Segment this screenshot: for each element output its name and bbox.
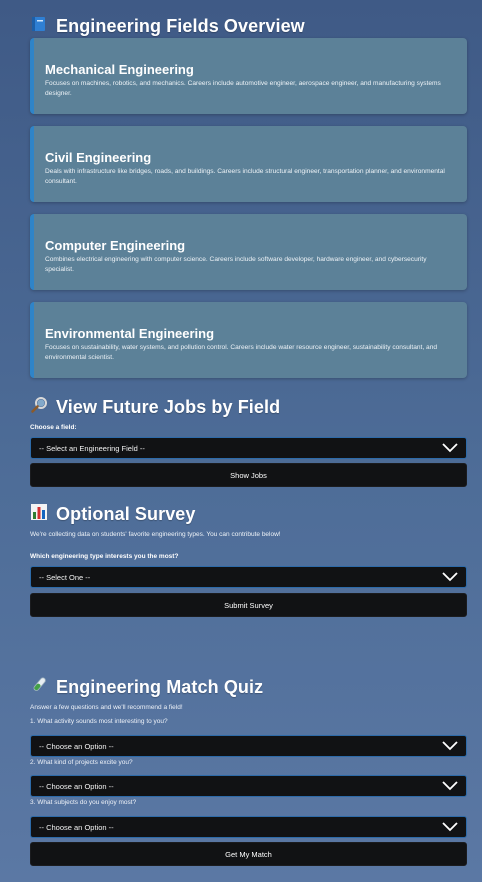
quiz-intro: Answer a few questions and we'll recomme…	[30, 704, 183, 711]
quiz-question-1: 1. What activity sounds most interesting…	[30, 718, 168, 725]
quiz-section: Engineering Match Quiz Answer a few ques…	[30, 676, 467, 866]
survey-section: Optional Survey We're collecting data on…	[30, 503, 467, 617]
jobs-heading: View Future Jobs by Field	[30, 396, 467, 419]
survey-question: Which engineering type interests you the…	[30, 553, 179, 560]
overview-title: Engineering Fields Overview	[56, 16, 305, 36]
field-card-title: Environmental Engineering	[45, 325, 215, 341]
quiz-select-value: -- Choose an Option --	[39, 741, 114, 751]
jobs-section: View Future Jobs by Field Choose a field…	[30, 396, 467, 487]
field-card-computer: Computer Engineering Combines electrical…	[30, 214, 467, 290]
field-card-description: Deals with infrastructure like bridges, …	[45, 167, 445, 185]
submit-survey-button[interactable]: Submit Survey	[30, 593, 467, 617]
show-jobs-button[interactable]: Show Jobs	[30, 463, 467, 487]
survey-intro: We're collecting data on students' favor…	[30, 531, 281, 538]
get-my-match-button[interactable]: Get My Match	[30, 842, 467, 866]
quiz-question-3: 3. What subjects do you enjoy most?	[30, 799, 137, 806]
quiz-select-value: -- Choose an Option --	[39, 781, 114, 791]
jobs-title: View Future Jobs by Field	[56, 397, 281, 417]
overview-section: Engineering Fields Overview	[30, 15, 467, 38]
chevron-down-icon	[442, 822, 458, 832]
field-card-description: Combines electrical engineering with com…	[45, 255, 427, 273]
bar-chart-icon	[30, 503, 50, 526]
quiz-question-2: 2. What kind of projects excite you?	[30, 759, 133, 766]
overview-heading: Engineering Fields Overview	[30, 15, 467, 38]
survey-select[interactable]: -- Select One --	[30, 566, 467, 588]
chevron-down-icon	[442, 572, 458, 582]
book-icon	[30, 15, 50, 38]
chevron-down-icon	[442, 741, 458, 751]
survey-select-value: -- Select One --	[39, 572, 91, 582]
chevron-down-icon	[442, 443, 458, 453]
survey-title: Optional Survey	[56, 504, 196, 524]
survey-heading: Optional Survey	[30, 503, 467, 526]
quiz-heading: Engineering Match Quiz	[30, 676, 467, 699]
quiz-title: Engineering Match Quiz	[56, 677, 264, 697]
quiz-select-2[interactable]: -- Choose an Option --	[30, 775, 467, 797]
field-card-title: Civil Engineering	[45, 149, 152, 165]
test-tube-icon	[30, 676, 50, 699]
field-card-description: Focuses on sustainability, water systems…	[45, 343, 438, 361]
field-select-value: -- Select an Engineering Field --	[39, 443, 145, 453]
field-card-environmental: Environmental Engineering Focuses on sus…	[30, 302, 467, 378]
field-card-description: Focuses on machines, robotics, and mecha…	[45, 79, 441, 97]
field-card-mechanical: Mechanical Engineering Focuses on machin…	[30, 38, 467, 114]
field-select-label: Choose a field:	[30, 424, 77, 431]
field-card-title: Mechanical Engineering	[45, 61, 194, 77]
quiz-select-1[interactable]: -- Choose an Option --	[30, 735, 467, 757]
quiz-select-3[interactable]: -- Choose an Option --	[30, 816, 467, 838]
chevron-down-icon	[442, 781, 458, 791]
field-card-civil: Civil Engineering Deals with infrastruct…	[30, 126, 467, 202]
quiz-select-value: -- Choose an Option --	[39, 822, 114, 832]
field-select[interactable]: -- Select an Engineering Field --	[30, 437, 467, 459]
field-card-title: Computer Engineering	[45, 237, 186, 253]
magnifier-icon	[30, 396, 50, 419]
